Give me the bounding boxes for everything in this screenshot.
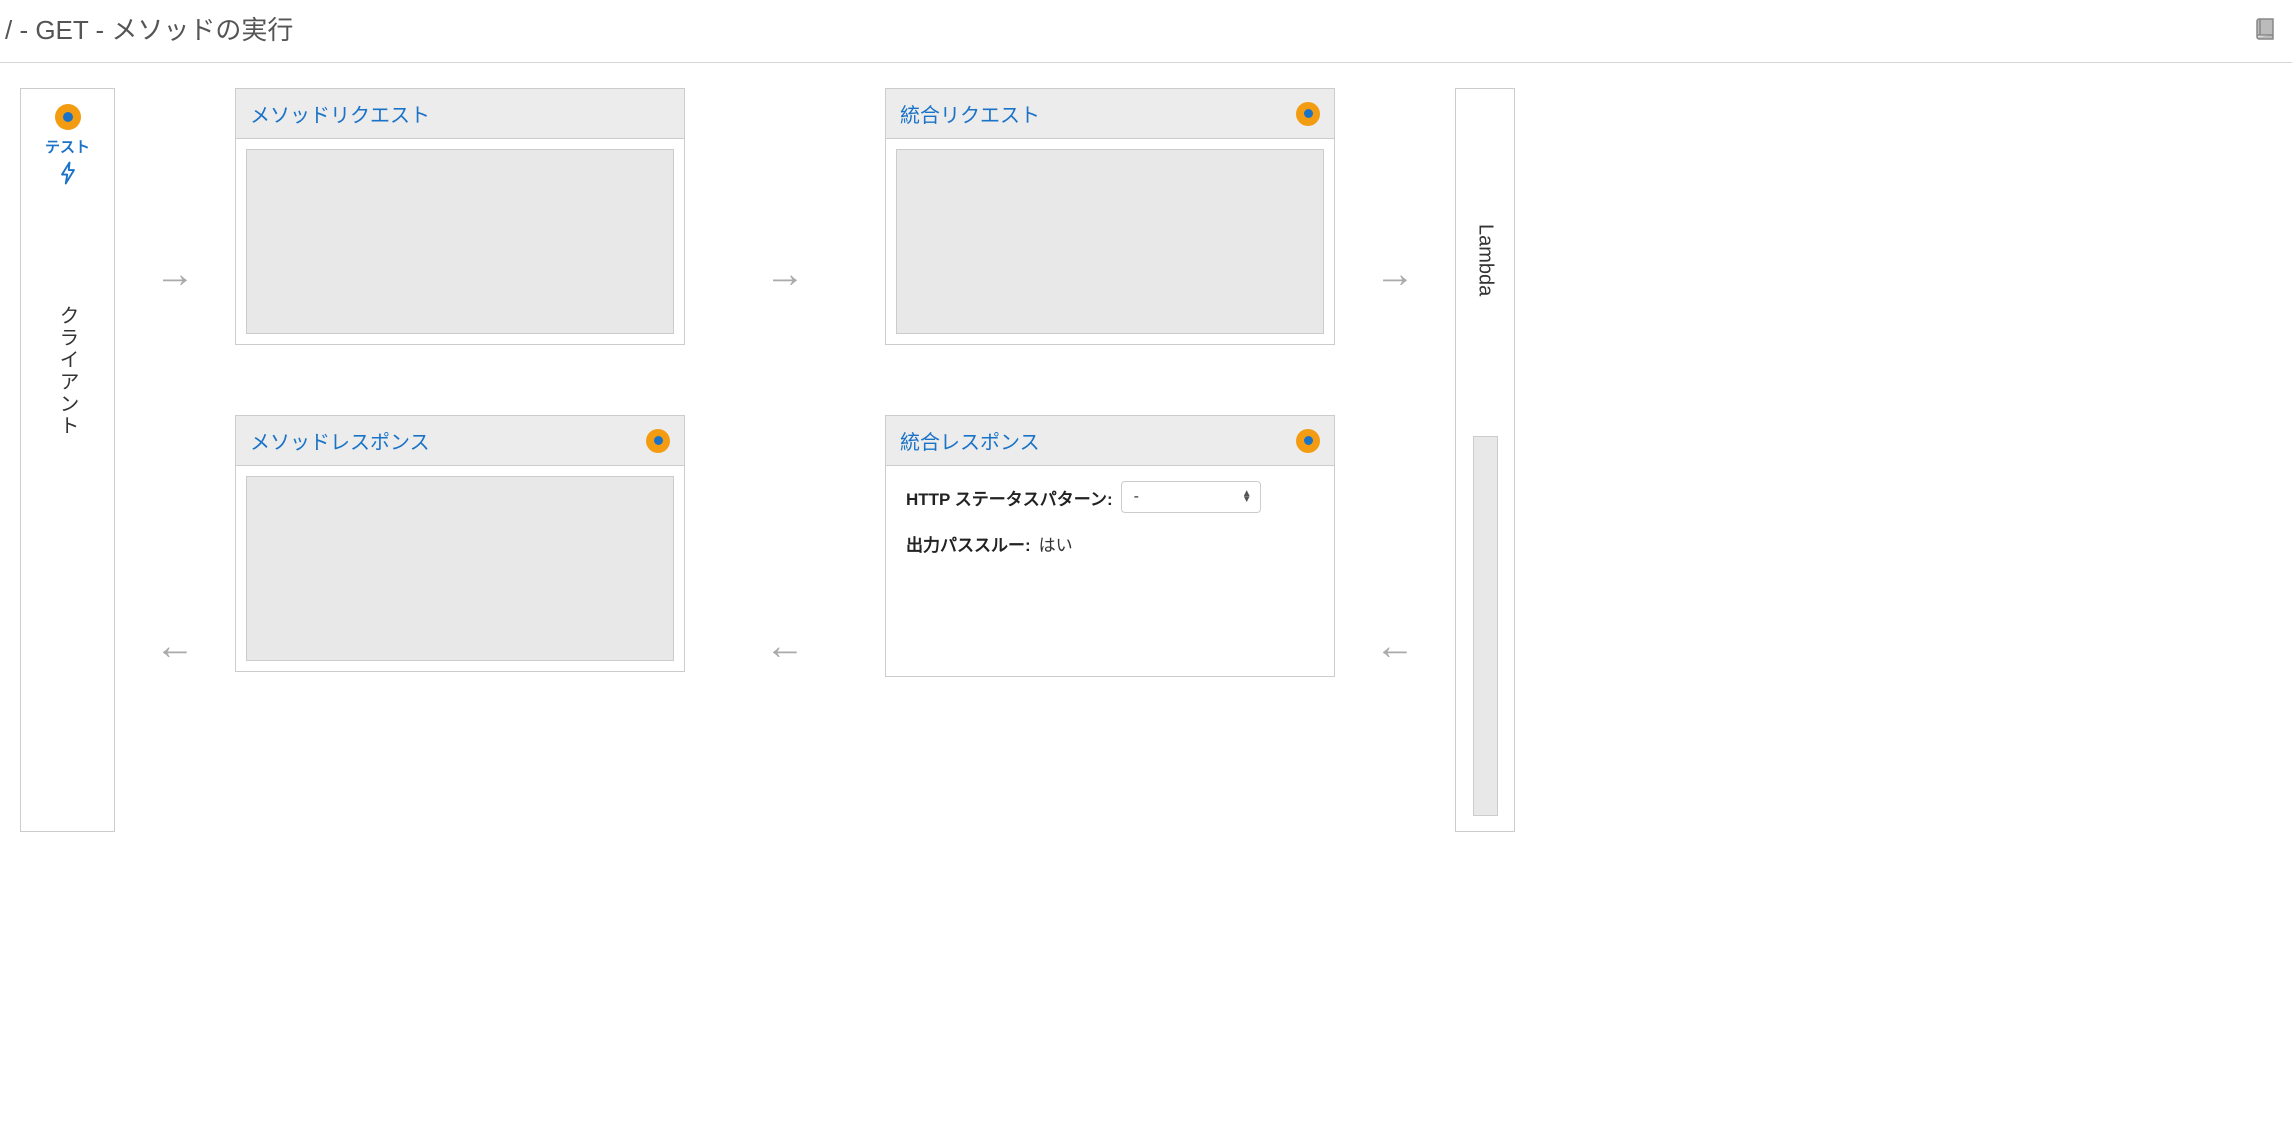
- arrow-column-2: → ←: [685, 88, 885, 832]
- integration-panels-column: 統合リクエスト 統合レスポンス HTTP ステータスパターン:: [885, 88, 1335, 832]
- arrow-column-3: → ←: [1335, 88, 1455, 832]
- select-arrows-icon: ▲▼: [1242, 491, 1252, 503]
- method-response-panel[interactable]: メソッドレスポンス: [235, 415, 685, 672]
- arrow-left-icon: ←: [765, 626, 805, 666]
- method-execution-flow: テスト クライアント → ← メソッドリクエスト メソッドレスポンス: [0, 63, 2292, 832]
- arrow-column-1: → ←: [115, 88, 235, 832]
- http-status-select[interactable]: - ▲▼: [1121, 481, 1261, 513]
- integration-request-placeholder: [896, 149, 1324, 334]
- method-request-title[interactable]: メソッドリクエスト: [250, 99, 430, 128]
- arrow-left-icon: ←: [1375, 626, 1415, 666]
- method-response-body: [236, 466, 684, 671]
- method-request-panel[interactable]: メソッドリクエスト: [235, 88, 685, 345]
- integration-request-body: [886, 139, 1334, 344]
- http-status-label: HTTP ステータスパターン:: [906, 485, 1113, 510]
- client-box[interactable]: テスト クライアント: [20, 88, 115, 832]
- integration-response-header: 統合レスポンス: [886, 416, 1334, 466]
- method-panels-column: メソッドリクエスト メソッドレスポンス: [235, 88, 685, 832]
- client-indicator-icon: [55, 104, 81, 130]
- method-request-placeholder: [246, 149, 674, 334]
- passthrough-row: 出力パススルー: はい: [906, 531, 1314, 556]
- arrow-right-icon: →: [765, 254, 805, 294]
- method-response-title[interactable]: メソッドレスポンス: [250, 426, 430, 455]
- lightning-icon[interactable]: [58, 161, 78, 185]
- lambda-label: Lambda: [1474, 224, 1497, 296]
- arrow-right-icon: →: [1375, 254, 1415, 294]
- http-status-row: HTTP ステータスパターン: - ▲▼: [906, 481, 1314, 513]
- arrow-right-icon: →: [155, 254, 195, 294]
- test-label[interactable]: テスト: [45, 136, 90, 157]
- http-status-value: -: [1134, 488, 1139, 506]
- passthrough-value: はい: [1039, 531, 1073, 556]
- method-request-body: [236, 139, 684, 344]
- integration-request-title[interactable]: 統合リクエスト: [900, 99, 1040, 128]
- method-response-placeholder: [246, 476, 674, 661]
- integration-response-panel[interactable]: 統合レスポンス HTTP ステータスパターン: - ▲▼ 出力パススルー: [885, 415, 1335, 677]
- integration-response-indicator-icon: [1296, 429, 1320, 453]
- method-response-indicator-icon: [646, 429, 670, 453]
- integration-request-panel[interactable]: 統合リクエスト: [885, 88, 1335, 345]
- page-header: / - GET - メソッドの実行: [0, 0, 2292, 63]
- page-title: / - GET - メソッドの実行: [5, 10, 293, 47]
- lambda-bar: [1473, 436, 1498, 816]
- integration-request-header: 統合リクエスト: [886, 89, 1334, 139]
- method-request-header: メソッドリクエスト: [236, 89, 684, 139]
- integration-request-indicator-icon: [1296, 102, 1320, 126]
- method-response-header: メソッドレスポンス: [236, 416, 684, 466]
- integration-response-body: HTTP ステータスパターン: - ▲▼ 出力パススルー: はい: [886, 466, 1334, 676]
- passthrough-label: 出力パススルー:: [906, 531, 1031, 556]
- lambda-box[interactable]: Lambda: [1455, 88, 1515, 832]
- client-label: クライアント: [53, 305, 82, 437]
- integration-response-title[interactable]: 統合レスポンス: [900, 426, 1040, 455]
- arrow-left-icon: ←: [155, 626, 195, 666]
- docs-icon[interactable]: [2253, 17, 2277, 41]
